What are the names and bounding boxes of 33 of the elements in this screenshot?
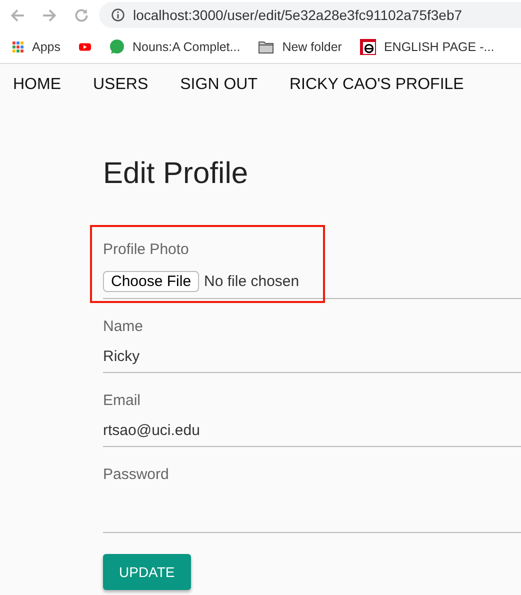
back-icon[interactable]: [9, 6, 26, 24]
address-bar[interactable]: localhost:3000/user/edit/5e32a28e3fc91102a75f3eb7: [99, 2, 521, 28]
e-logo-icon: [360, 38, 376, 54]
field-label: Password: [103, 466, 170, 483]
input-field[interactable]: Ricky: [103, 348, 521, 373]
file-status: No file chosen: [204, 273, 300, 290]
speech-bubble-icon: [108, 38, 124, 54]
video-bookmark[interactable]: [78, 40, 90, 52]
forward-icon[interactable]: [41, 6, 58, 24]
bookmark[interactable]: Nouns:A Complet...: [108, 38, 240, 54]
reload-icon[interactable]: [73, 6, 90, 24]
input-field[interactable]: rtsao@uci.edu: [103, 422, 521, 447]
nav-link[interactable]: USERS: [93, 76, 148, 94]
info-icon: [111, 8, 125, 22]
choose-file-button[interactable]: Choose File: [103, 271, 200, 292]
field-label: Name: [103, 318, 144, 335]
page-title: Edit Profile: [103, 157, 250, 191]
nav-link[interactable]: SIGN OUT: [180, 76, 258, 94]
nav-link[interactable]: HOME: [13, 76, 61, 94]
folder-icon: [258, 38, 274, 54]
bookmark-label: New folder: [282, 40, 342, 54]
bookmark[interactable]: Apps: [12, 40, 60, 54]
field-label: Profile Photo: [103, 241, 190, 258]
field-label: Email: [103, 392, 142, 409]
play-icon: [78, 40, 90, 52]
update-button[interactable]: UPDATE: [103, 554, 191, 590]
bookmark-label: Apps: [32, 40, 60, 54]
bookmark-label: Nouns:A Complet...: [132, 40, 240, 54]
bookmark-label: ENGLISH PAGE -...: [384, 40, 494, 54]
bookmark[interactable]: ENGLISH PAGE -...: [360, 38, 494, 54]
nav-link[interactable]: RICKY CAO'S PROFILE: [289, 76, 464, 94]
bookmark[interactable]: New folder: [258, 38, 342, 54]
apps-grid-icon: [12, 40, 24, 52]
